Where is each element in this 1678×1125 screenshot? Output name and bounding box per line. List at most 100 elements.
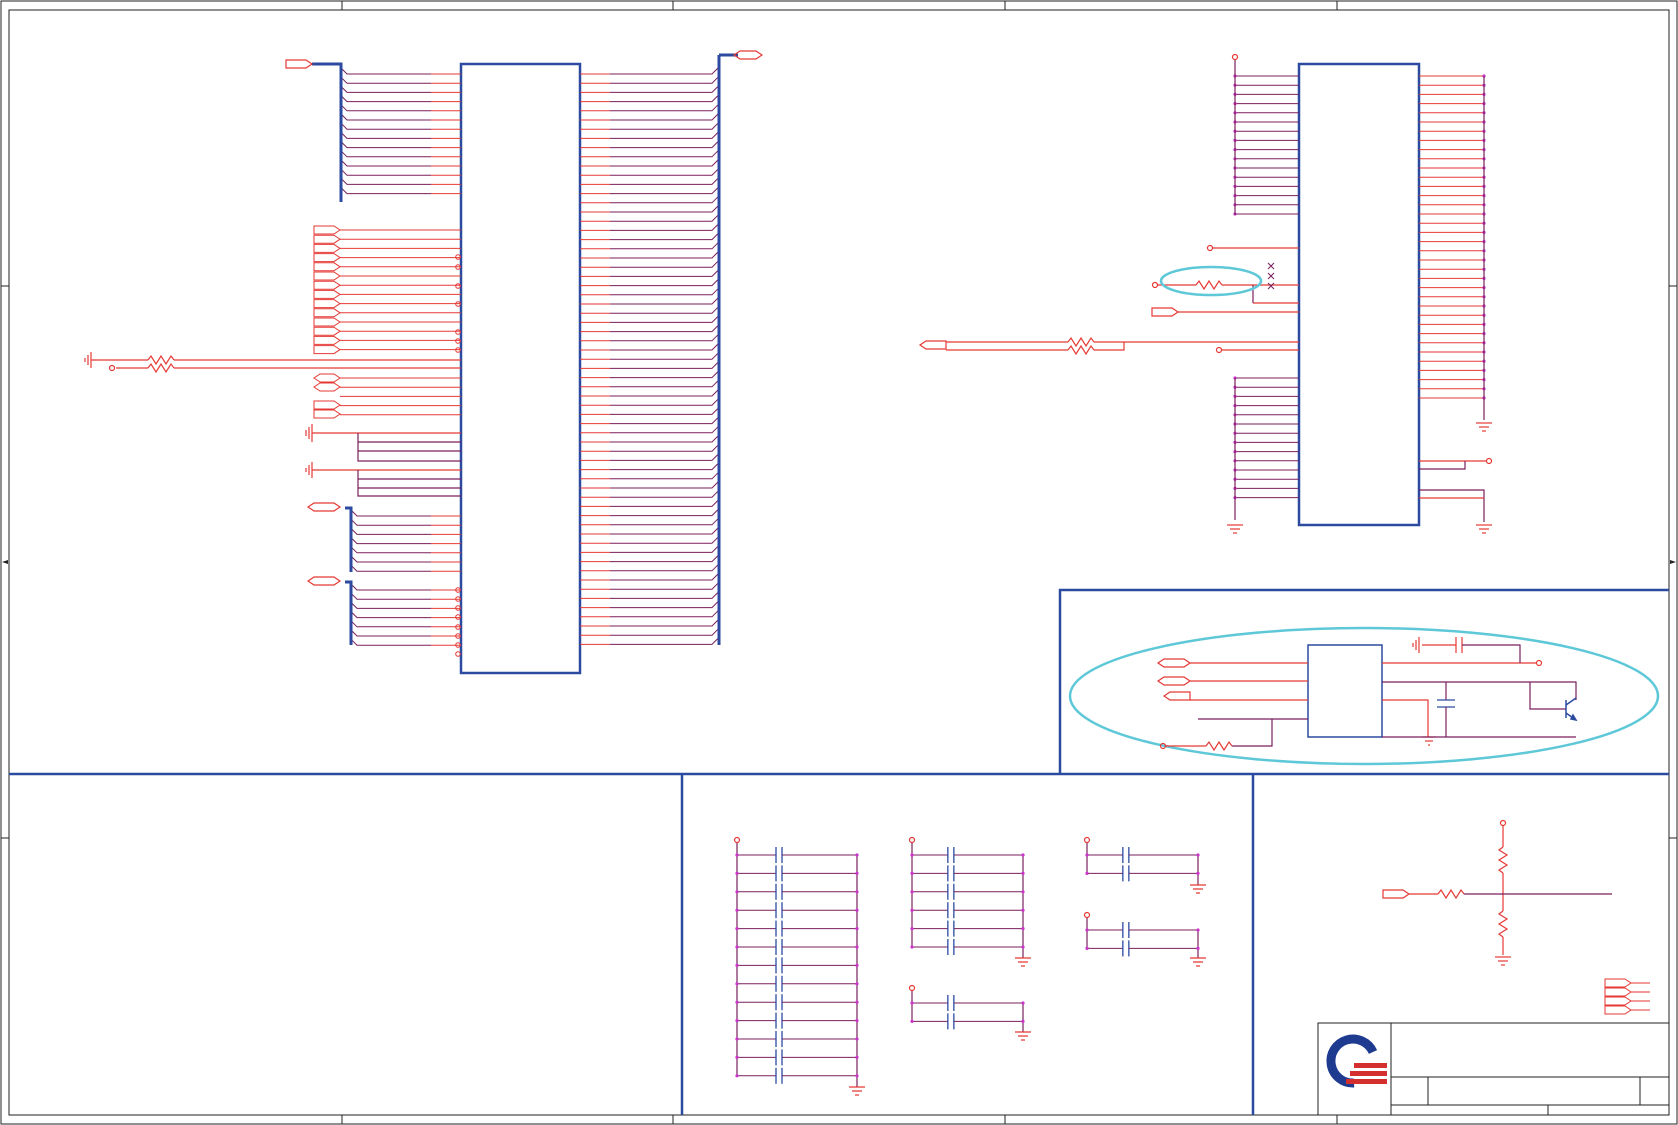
junction-dot	[735, 982, 739, 986]
bus-entry	[340, 168, 431, 176]
junction-dot	[735, 1037, 739, 1041]
bus-entry	[610, 499, 720, 507]
schematic-canvas	[0, 0, 1678, 1125]
company-logo-icon	[1326, 1034, 1387, 1088]
junction-dot	[735, 871, 739, 876]
bus-entry	[610, 480, 720, 489]
bus-entry	[610, 342, 720, 351]
bus-entry	[610, 379, 720, 388]
bus-entry	[610, 397, 720, 406]
bus-entry	[340, 76, 431, 84]
junction-dot	[910, 908, 914, 912]
junction-dot	[910, 1001, 914, 1005]
ground-icon	[1476, 524, 1492, 534]
bus-entry	[610, 324, 720, 333]
bus-entry	[610, 453, 720, 461]
bus-entry	[610, 545, 720, 553]
bus-entry	[350, 629, 431, 637]
port-icon	[306, 576, 342, 586]
power-terminal	[908, 836, 916, 844]
junction-dot	[910, 890, 914, 894]
bus-entry	[340, 132, 431, 139]
bus-entry	[610, 195, 720, 204]
bus-entry	[610, 591, 720, 599]
bus-entry	[350, 537, 431, 545]
port-icon	[313, 289, 341, 299]
junction-dot	[1085, 946, 1089, 951]
junction-dot	[1021, 890, 1025, 894]
bus-entry	[610, 85, 720, 93]
bus-entry	[610, 600, 720, 609]
ground-icon	[849, 1086, 865, 1096]
highlight-subcircuit	[1068, 626, 1660, 766]
bus-entry	[340, 159, 431, 167]
junction-dot	[855, 890, 859, 894]
bus-entry	[610, 370, 720, 379]
bus-entry	[610, 177, 720, 185]
junction-dot	[855, 1019, 859, 1023]
bus-entry	[610, 416, 720, 425]
resistor-icon	[147, 354, 175, 366]
bus-entry	[350, 611, 431, 619]
bus-entry	[350, 620, 431, 628]
bus-entry	[610, 572, 720, 581]
junction-dot	[735, 908, 739, 912]
voltage-divider	[1382, 819, 1612, 966]
junction-dot	[735, 890, 739, 894]
bus-entry	[610, 186, 720, 195]
bus-entry	[610, 425, 720, 434]
junction-dot	[735, 963, 739, 968]
pin-terminal	[455, 254, 461, 260]
bus-entry	[610, 250, 720, 259]
port-icon	[313, 317, 341, 327]
resistor-icon	[1497, 910, 1509, 938]
bus-entry	[610, 269, 720, 277]
bus-entry	[610, 241, 720, 250]
bus-entry	[610, 563, 720, 572]
bus-entry	[610, 526, 720, 535]
bus-entry	[350, 602, 431, 609]
bus-entry	[610, 296, 720, 305]
port-icon	[313, 280, 341, 290]
rt-block-left-wires	[1233, 74, 1299, 500]
bus-entry	[610, 462, 720, 471]
ground-icon	[305, 424, 461, 442]
left-block-right-wires	[580, 66, 720, 645]
bus-entry	[610, 94, 720, 103]
junction-dot	[855, 945, 859, 949]
bus-entry	[610, 637, 720, 645]
junction-dot	[735, 945, 739, 949]
center-arrow-left	[2, 560, 8, 564]
bus-entry	[610, 112, 720, 121]
port-icon	[1156, 676, 1192, 686]
bus-entry	[610, 333, 720, 342]
bus-entry	[610, 471, 720, 480]
port-icon	[285, 59, 314, 69]
junction-dot	[1085, 853, 1089, 857]
bus-entry	[340, 122, 431, 130]
resistor-icon	[1437, 888, 1465, 900]
bus-entry	[350, 564, 431, 572]
junction-dot	[855, 1055, 859, 1059]
junction-dot	[910, 871, 914, 876]
port-icon	[306, 502, 342, 512]
resistor-icon	[1497, 846, 1509, 874]
bus-entry	[350, 592, 431, 600]
port-icon	[313, 373, 341, 383]
resistor-icon	[147, 362, 175, 374]
zone-ticks	[1, 1, 1677, 1124]
bus-entry	[350, 583, 431, 591]
ground-icon	[1015, 1031, 1031, 1041]
port-icon	[313, 262, 341, 272]
junction-dot	[855, 927, 859, 931]
junction-dot	[910, 927, 914, 931]
junction-dot	[735, 1000, 739, 1004]
bus-entry	[610, 131, 720, 139]
ground-icon	[1190, 957, 1206, 967]
bus-entry	[340, 67, 431, 75]
port-icon	[313, 382, 341, 392]
resistor-icon	[1067, 336, 1095, 348]
ground-icon	[84, 352, 92, 368]
connector-block-right	[1297, 62, 1421, 527]
ground-icon	[1190, 884, 1206, 894]
